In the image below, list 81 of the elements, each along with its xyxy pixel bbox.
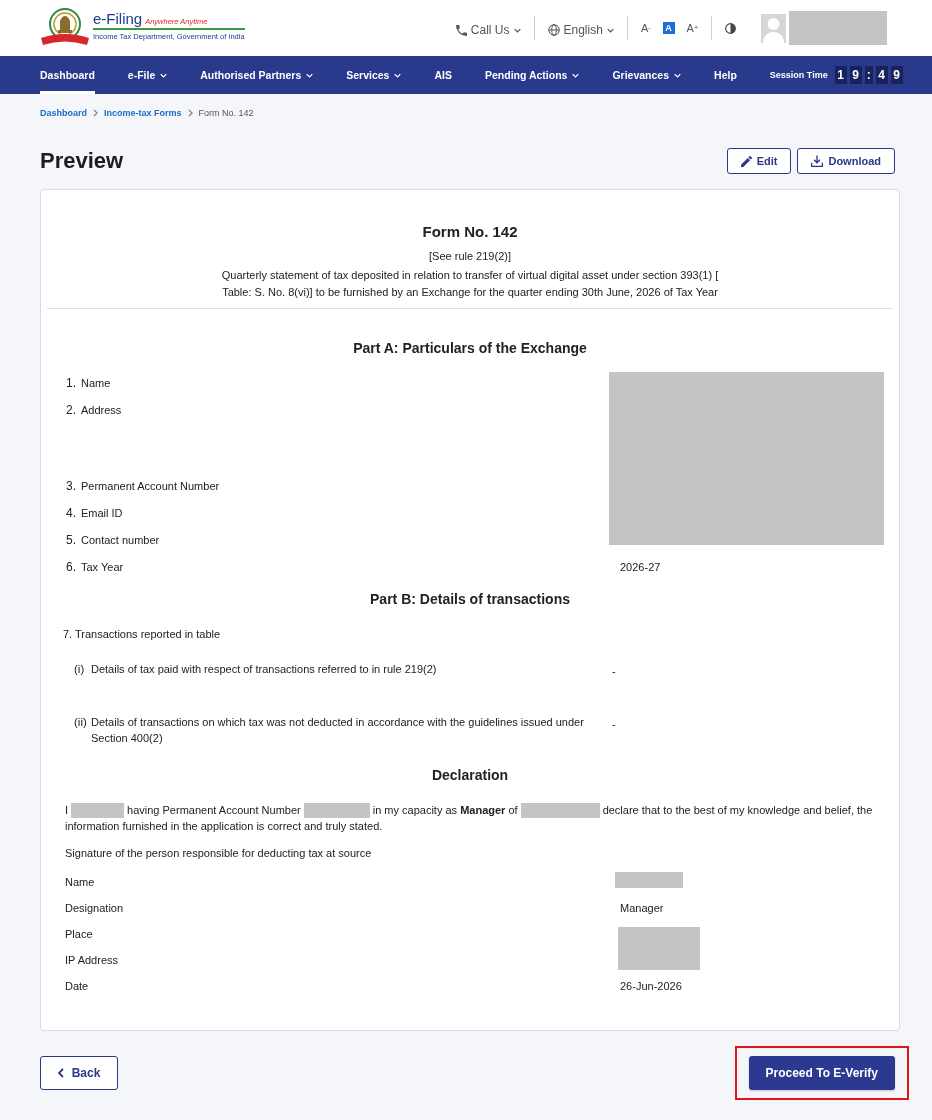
item-number: (i) (74, 662, 86, 677)
chevron-icon (187, 109, 193, 117)
session-time-label: Session Time (769, 70, 828, 80)
field-label: Designation (65, 902, 124, 914)
font-size-button[interactable]: A (662, 22, 675, 34)
declaration-text: declare that to the best of my knowledge and belief, the (602, 803, 873, 818)
proceed-button[interactable]: Proceed To E-Verify (748, 1056, 895, 1090)
field-label: Permanent Account Number (81, 479, 220, 494)
field-label: Address (81, 403, 122, 418)
seal-icon (40, 7, 90, 46)
form-description: Quarterly statement of tax deposited in relation to transfer of virtual digital asset under section 393(1) [ Table: S. No. 8(vi)] to be furnished by an Exchange for the quarter ending 30th June, 2026 of Tax Year (220, 268, 720, 300)
field-label: Contact number (81, 533, 160, 548)
nav-item[interactable]: Pending Actions (484, 56, 580, 94)
item-number: (ii) (74, 715, 88, 730)
avatar-icon (761, 13, 786, 43)
section-heading: Part A: Particulars of the Exchange (353, 339, 587, 357)
field-label: Tax Year (81, 560, 124, 575)
timer-digit: 4 (875, 66, 888, 84)
item-number: 3. (65, 478, 77, 494)
font-size-button[interactable]: A$^{-}$ (640, 22, 651, 34)
nav-item[interactable]: Help (714, 56, 737, 94)
nav-item[interactable]: e-File (127, 56, 168, 94)
field-value: 26-Jun-2026 (619, 979, 682, 994)
call-us-button[interactable]: Call Us (455, 23, 521, 37)
item-description: Details of tax paid with respect of transactions referred to in rule 219(2) (91, 662, 437, 677)
rule-reference: [See rule 219(2)] (429, 249, 511, 263)
breadcrumb-current: Form No. 142 (198, 108, 254, 118)
intro-text: 7. Transactions reported in table (63, 627, 221, 642)
nav-item[interactable]: Grievances (612, 56, 682, 94)
language-selector[interactable]: English (547, 23, 614, 37)
timer-digit: 9 (849, 66, 862, 84)
page-title: Preview (40, 148, 124, 174)
field-label: Name (65, 876, 95, 888)
redacted-block (303, 802, 370, 818)
declaration-text: having Permanent Account Number (127, 803, 301, 818)
timer-digit: 9 (890, 66, 903, 84)
nav-item[interactable]: Services (346, 56, 402, 94)
logo-title: e-Filing (93, 10, 143, 27)
field-value: 2026-27 (619, 560, 661, 575)
breadcrumb-link[interactable]: Income-tax Forms (104, 108, 182, 118)
item-number: 2. (65, 402, 77, 418)
declaration-text: in my capacity as Manager of (372, 803, 518, 818)
caret-icon (513, 27, 521, 33)
edit-button[interactable]: Edit (726, 148, 792, 174)
section-heading: Declaration (431, 766, 509, 784)
field-value: - (611, 717, 616, 732)
chevron-left-icon (57, 1068, 64, 1078)
field-value: - (611, 664, 616, 679)
contrast-icon (725, 22, 736, 34)
chevron-icon (93, 109, 98, 117)
nav-item[interactable]: AIS (434, 56, 452, 94)
phone-icon (455, 24, 467, 36)
pencil-icon (740, 155, 752, 167)
font-size-button[interactable]: A$^{+}$ (686, 22, 698, 34)
globe-icon (547, 24, 560, 36)
timer-digit: 1 (834, 66, 847, 84)
breadcrumb-link[interactable]: Dashboard (40, 108, 87, 118)
declaration-text: I (65, 803, 69, 818)
field-label: IP Address (65, 954, 118, 966)
field-label: Email ID (81, 506, 123, 521)
field-label: Date (65, 980, 89, 992)
caret-icon (606, 27, 614, 33)
item-number: 4. (65, 505, 77, 521)
redacted-block (71, 802, 125, 818)
field-label: Place (65, 928, 93, 940)
timer-separator: : (864, 66, 873, 84)
download-icon (811, 155, 824, 167)
declaration-text: information furnished in the application is correct and truly stated. (65, 819, 383, 834)
nav-item[interactable]: Dashboard (40, 56, 95, 94)
form-title: Form No. 142 (422, 223, 518, 241)
back-button[interactable]: Back (40, 1056, 118, 1090)
item-number: 6. (65, 559, 77, 575)
nav-item[interactable]: Authorised Partners (200, 56, 314, 94)
signature-note: Signature of the person responsible for deducting tax at source (65, 846, 372, 861)
field-label: Name (81, 376, 111, 391)
item-number: 5. (65, 532, 77, 548)
item-description: Details of transactions on which tax was not deducted in accordance with the guidelines issued under Section 400(2) (91, 715, 585, 746)
field-value: Manager (619, 901, 664, 916)
download-button[interactable]: Download (797, 148, 895, 174)
item-number: 1. (65, 375, 77, 391)
section-heading: Part B: Details of transactions (370, 590, 570, 608)
